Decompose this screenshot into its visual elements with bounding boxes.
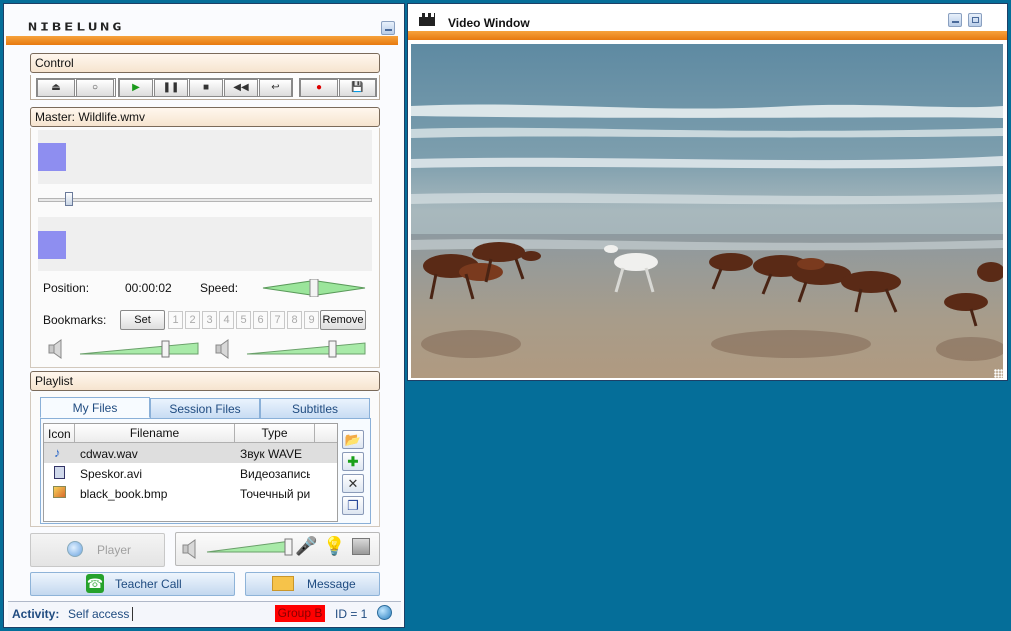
col-type-header[interactable]: Type: [235, 424, 315, 443]
audio-file-icon: ♪: [54, 445, 61, 460]
speed-label: Speed:: [200, 281, 239, 295]
position-label: Position:: [43, 281, 90, 295]
group-badge: Group B: [275, 605, 325, 622]
image-file-icon: [53, 486, 66, 498]
row-type: Звук WAVE: [240, 447, 302, 461]
track-marker-lower: [38, 231, 66, 259]
mic-volume-slider[interactable]: [205, 538, 295, 556]
master-panel-header: Master: Wildlife.wmv: [30, 107, 380, 127]
player-icon: [67, 541, 83, 557]
add-file-button[interactable]: ✚: [342, 452, 364, 471]
rewind-button[interactable]: ◀◀: [224, 79, 258, 97]
row-type: Видеозапись: [240, 467, 310, 481]
master-volume-slider[interactable]: [78, 340, 203, 358]
position-value: 00:00:02: [125, 281, 172, 295]
master-track-upper: [38, 130, 372, 184]
video-window-title: Video Window: [448, 16, 530, 30]
loop-button[interactable]: ↩: [259, 79, 292, 97]
video-file-icon: [54, 466, 65, 479]
pause-button[interactable]: ❚❚: [154, 79, 188, 97]
video-frame[interactable]: [411, 44, 1003, 378]
lightbulb-icon[interactable]: 💡: [323, 536, 345, 557]
bookmark-2[interactable]: 2: [185, 311, 200, 329]
row-filename: black_book.bmp: [80, 487, 168, 501]
minimize-button[interactable]: [381, 21, 395, 35]
row-type: Точечный ри: [240, 487, 310, 501]
delete-file-button[interactable]: ✕: [342, 474, 364, 493]
record-button[interactable]: ●: [300, 79, 338, 97]
speaker-icon-2[interactable]: [212, 338, 237, 360]
master-track-lower: [38, 217, 372, 271]
app-logo: NIBELUNG: [28, 20, 125, 34]
col-icon-header[interactable]: Icon: [48, 427, 71, 441]
bookmark-8[interactable]: 8: [287, 311, 302, 329]
copy-files-button[interactable]: ❐: [342, 496, 364, 515]
col-filename-header[interactable]: Filename: [74, 424, 235, 443]
video-minimize-button[interactable]: [948, 13, 962, 27]
record-mode-button[interactable]: ○: [76, 79, 114, 97]
resize-grip[interactable]: [994, 369, 1004, 379]
video-accent-bar: [408, 31, 1007, 40]
device-icon[interactable]: [352, 538, 370, 555]
control-panel-header: Control: [30, 53, 380, 73]
tab-my-files[interactable]: My Files: [40, 397, 150, 418]
track-marker-upper: [38, 143, 66, 171]
bookmark-4[interactable]: 4: [219, 311, 234, 329]
bookmark-9[interactable]: 9: [304, 311, 319, 329]
network-globe-icon[interactable]: [377, 605, 392, 620]
tab-session-files[interactable]: Session Files: [150, 398, 260, 419]
remove-bookmark-button[interactable]: Remove: [320, 310, 366, 330]
speed-slider[interactable]: [261, 279, 367, 297]
eject-button[interactable]: ⏏: [37, 79, 75, 97]
tab-subtitles[interactable]: Subtitles: [260, 398, 370, 419]
save-button[interactable]: 💾: [339, 79, 376, 97]
secondary-volume-slider[interactable]: [245, 340, 370, 358]
activity-value: Self access: [68, 607, 134, 621]
microphone-icon[interactable]: 🎤: [295, 536, 317, 557]
speaker-icon-3[interactable]: [179, 538, 204, 560]
message-label: Message: [307, 577, 356, 591]
bookmark-5[interactable]: 5: [236, 311, 251, 329]
play-button[interactable]: ▶: [119, 79, 153, 97]
player-label: Player: [97, 543, 132, 557]
envelope-icon: [272, 576, 294, 591]
set-bookmark-button[interactable]: Set: [120, 310, 165, 330]
control-toolbar: ⏏ ○ ▶ ❚❚ ■ ◀◀ ↩ ● 💾: [30, 75, 380, 100]
header-accent-bar: [6, 36, 398, 45]
row-filename: cdwav.wav: [80, 447, 138, 461]
activity-label: Activity:: [12, 607, 60, 621]
speaker-icon[interactable]: [45, 338, 70, 360]
playlist-panel-header: Playlist: [30, 371, 380, 391]
id-label: ID = 1: [335, 607, 368, 621]
seek-thumb[interactable]: [65, 192, 73, 206]
seek-track[interactable]: [38, 198, 372, 202]
stop-button[interactable]: ■: [189, 79, 223, 97]
phone-icon: ☎: [86, 574, 104, 593]
bookmark-7[interactable]: 7: [270, 311, 285, 329]
open-folder-button[interactable]: 📂: [342, 430, 364, 449]
teacher-call-label: Teacher Call: [115, 577, 182, 591]
bookmark-3[interactable]: 3: [202, 311, 217, 329]
bookmark-6[interactable]: 6: [253, 311, 268, 329]
row-filename: Speskor.avi: [80, 467, 143, 481]
bookmark-1[interactable]: 1: [168, 311, 183, 329]
bookmarks-label: Bookmarks:: [43, 313, 107, 327]
